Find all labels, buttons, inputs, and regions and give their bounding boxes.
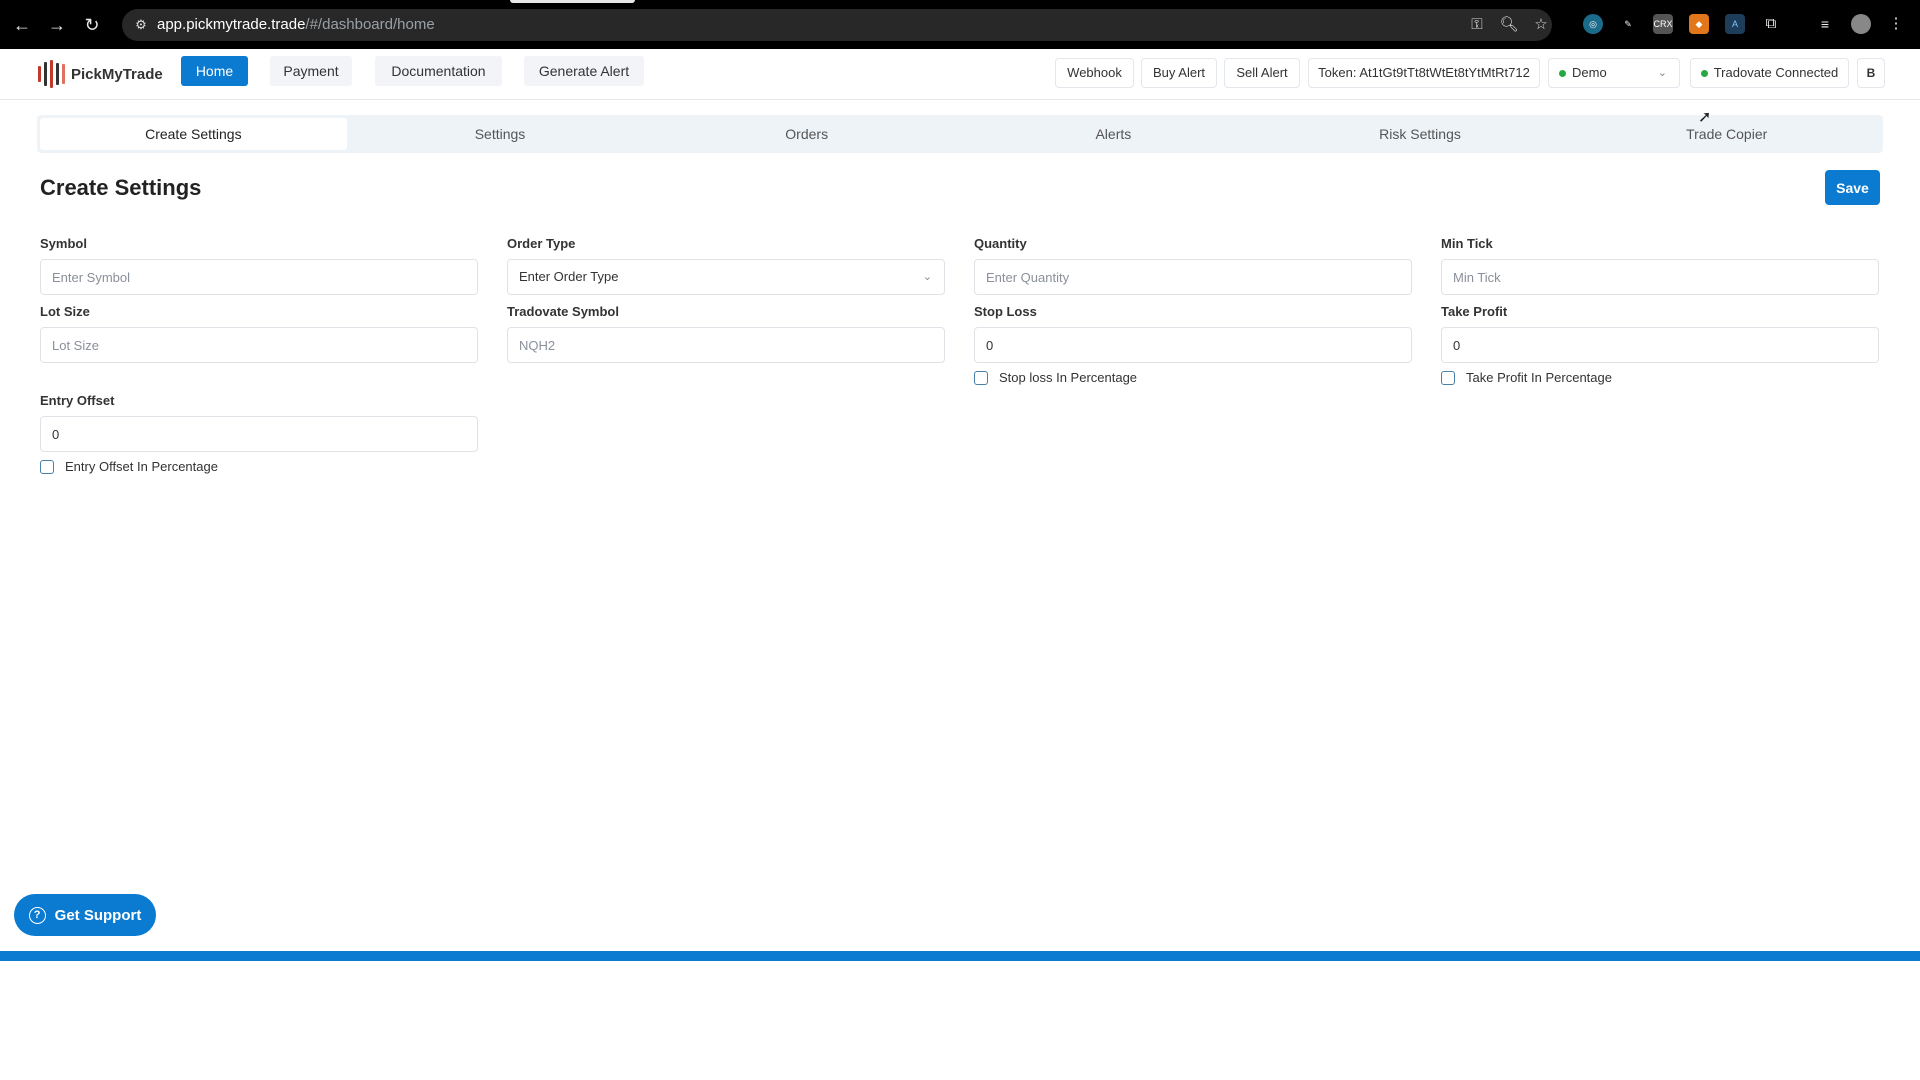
token-display[interactable]: Token: At1tGt9tTt8tWtEt8tYtMtRt712 [1308, 58, 1540, 88]
symbol-input[interactable] [40, 259, 478, 295]
lot-size-field: Lot Size [40, 304, 478, 363]
nav-home[interactable]: Home [181, 56, 248, 86]
page-title: Create Settings [40, 175, 202, 200]
zoom-icon[interactable]: 🔍︎ [1499, 15, 1519, 35]
tab-settings[interactable]: Settings [347, 118, 654, 150]
take-profit-input[interactable] [1441, 327, 1879, 363]
connection-status-badge[interactable]: Tradovate Connected [1690, 58, 1849, 88]
take-profit-percentage-label: Take Profit In Percentage [1466, 370, 1612, 385]
more-menu-icon[interactable]: ⋮ [1886, 14, 1906, 34]
browser-tab-edge [510, 0, 635, 3]
lot-size-label: Lot Size [40, 304, 90, 319]
stop-loss-label: Stop Loss [974, 304, 1037, 319]
settings-tabs: Create Settings Settings Orders Alerts R… [37, 115, 1883, 153]
footer-accent-bar [0, 951, 1920, 961]
entry-offset-percentage-option: Entry Offset In Percentage [40, 459, 478, 474]
take-profit-field: Take Profit Take Profit In Percentage [1441, 304, 1879, 385]
nav-documentation[interactable]: Documentation [375, 56, 502, 86]
status-dot-icon [1559, 70, 1566, 78]
quantity-label: Quantity [974, 236, 1027, 251]
chevron-down-icon: ⌄ [1657, 67, 1667, 79]
order-type-field: Order Type Enter Order Type ⌄ [507, 236, 945, 295]
nav-generate-alert[interactable]: Generate Alert [524, 56, 644, 86]
take-profit-percentage-checkbox[interactable] [1441, 370, 1455, 385]
order-type-select[interactable]: Enter Order Type ⌄ [507, 259, 945, 295]
url-host: app.pickmytrade.trade [157, 16, 306, 33]
brand-logo[interactable]: PickMyTrade [38, 59, 163, 89]
symbol-label: Symbol [40, 236, 87, 251]
crx-extension-icon[interactable]: CRX [1653, 14, 1673, 34]
save-button[interactable]: Save [1825, 170, 1880, 205]
stop-loss-percentage-label: Stop loss In Percentage [999, 370, 1138, 385]
tab-risk-settings[interactable]: Risk Settings [1267, 118, 1574, 150]
quantity-input[interactable] [974, 259, 1412, 295]
nav-payment[interactable]: Payment [270, 56, 352, 86]
puzzle-extensions-icon[interactable]: ⧉ [1761, 14, 1781, 34]
get-support-label: Get Support [54, 906, 142, 924]
account-select-value: Demo [1572, 65, 1607, 80]
back-icon[interactable]: ← [10, 13, 34, 37]
reload-icon[interactable]: ↻ [80, 13, 104, 37]
take-profit-label: Take Profit [1441, 304, 1508, 319]
tab-alerts[interactable]: Alerts [960, 118, 1267, 150]
forward-icon[interactable]: → [45, 13, 69, 37]
min-tick-label: Min Tick [1441, 236, 1493, 251]
connection-status-text: Tradovate Connected [1713, 65, 1839, 80]
order-type-value: Enter Order Type [519, 269, 619, 284]
entry-offset-field: Entry Offset Entry Offset In Percentage [40, 393, 478, 474]
broom-extension-icon[interactable]: ✎ [1618, 14, 1638, 34]
min-tick-input[interactable] [1441, 259, 1879, 295]
bookmark-star-icon[interactable]: ☆ [1531, 15, 1551, 35]
site-settings-icon[interactable]: ⚙ [132, 16, 150, 34]
entry-offset-label: Entry Offset [40, 393, 115, 408]
symbol-field: Symbol [40, 236, 478, 295]
account-select[interactable]: Demo ⌄ [1548, 58, 1680, 88]
min-tick-field: Min Tick [1441, 236, 1879, 295]
entry-offset-percentage-checkbox[interactable] [40, 459, 54, 474]
brand-name: PickMyTrade [71, 65, 163, 83]
logo-bars-icon [38, 60, 65, 88]
sell-alert-button[interactable]: Sell Alert [1224, 58, 1300, 88]
tab-create-settings[interactable]: Create Settings [40, 118, 347, 150]
address-bar[interactable]: ⚙ app.pickmytrade.trade/#/dashboard/home… [122, 9, 1552, 41]
buy-alert-button[interactable]: Buy Alert [1141, 58, 1217, 88]
tab-orders[interactable]: Orders [653, 118, 960, 150]
connected-dot-icon [1700, 70, 1708, 78]
tradovate-symbol-field: Tradovate Symbol [507, 304, 945, 363]
get-support-button[interactable]: ? Get Support [14, 894, 156, 936]
chevron-down-icon: ⌄ [922, 271, 932, 283]
user-avatar-button[interactable]: B [1857, 58, 1885, 88]
password-key-icon[interactable]: ⚿ [1467, 15, 1487, 35]
take-profit-percentage-option: Take Profit In Percentage [1441, 370, 1879, 385]
browser-toolbar: ← → ↻ ⚙ app.pickmytrade.trade/#/dashboar… [0, 0, 1920, 49]
lot-size-input[interactable] [40, 327, 478, 363]
order-type-label: Order Type [507, 236, 576, 251]
profile-avatar[interactable] [1851, 14, 1871, 34]
web-extension-icon[interactable]: ◎ [1583, 14, 1603, 34]
stop-loss-field: Stop Loss Stop loss In Percentage [974, 304, 1412, 385]
app-header: PickMyTrade Home Payment Documentation G… [0, 49, 1920, 100]
stop-loss-input[interactable] [974, 327, 1412, 363]
help-question-icon: ? [28, 906, 46, 924]
metamask-fox-icon[interactable]: ◆ [1689, 14, 1709, 34]
stop-loss-percentage-checkbox[interactable] [974, 370, 988, 385]
entry-offset-input[interactable] [40, 416, 478, 452]
webhook-button[interactable]: Webhook [1055, 58, 1134, 88]
url-path: /#/dashboard/home [305, 16, 435, 33]
media-control-icon[interactable]: ≡ [1815, 14, 1835, 34]
tradovate-symbol-label: Tradovate Symbol [507, 304, 619, 319]
tab-trade-copier[interactable]: Trade Copier [1573, 118, 1880, 150]
stop-loss-percentage-option: Stop loss In Percentage [974, 370, 1412, 385]
url-text[interactable]: app.pickmytrade.trade/#/dashboard/home [157, 16, 435, 33]
tradovate-symbol-input[interactable] [507, 327, 945, 363]
compass-extension-icon[interactable]: A [1725, 14, 1745, 34]
quantity-field: Quantity [974, 236, 1412, 295]
entry-offset-percentage-label: Entry Offset In Percentage [65, 459, 218, 474]
mouse-cursor-icon: ➚ [1698, 109, 1712, 126]
